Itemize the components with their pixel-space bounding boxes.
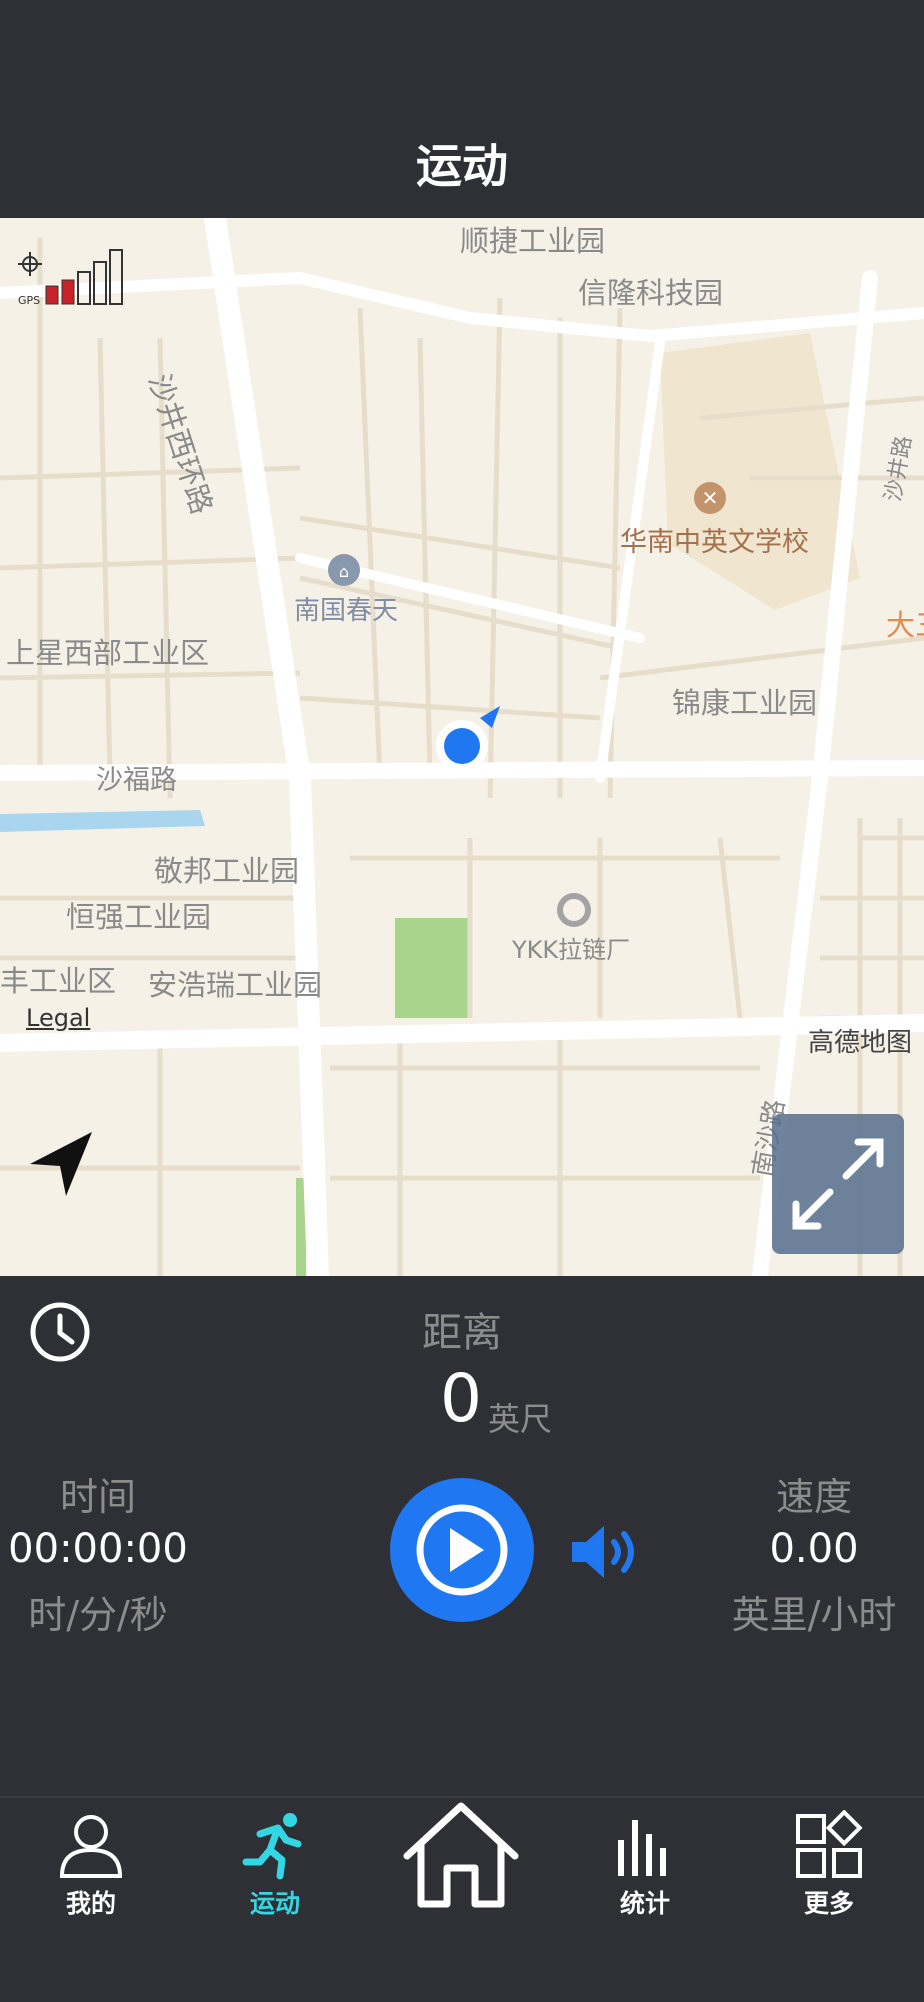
tab-me-label: 我的: [65, 1889, 116, 1918]
play-icon: [416, 1504, 508, 1596]
expand-icon: [792, 1138, 884, 1230]
speed-unit: 英里/小时: [731, 1593, 897, 1637]
map-label-jinkang: 锦康工业园: [672, 686, 818, 720]
tab-more[interactable]: 更多: [754, 1810, 904, 1930]
speed-value: 0.00: [769, 1526, 859, 1572]
map-provider-logo: 高德地图: [807, 1028, 912, 1058]
map-label-ykk: YKK拉链厂: [512, 936, 631, 964]
tab-me[interactable]: 我的: [16, 1810, 166, 1930]
person-icon: [59, 1815, 123, 1878]
start-workout-button[interactable]: [390, 1478, 534, 1622]
map-label-xinlong: 信隆科技园: [578, 276, 724, 310]
map-label-shangxing: 上星西部工业区: [6, 636, 210, 670]
home-icon: [403, 1802, 519, 1908]
time-value: 00:00:00: [8, 1526, 188, 1572]
running-icon: [242, 1813, 302, 1880]
map-label-shafu-road: 沙福路: [96, 765, 177, 796]
legal-link[interactable]: Legal: [26, 1004, 90, 1032]
locate-arrow-icon[interactable]: [26, 1130, 96, 1200]
tab-statistics-label: 统计: [619, 1889, 670, 1918]
distance-unit: 英尺: [488, 1400, 553, 1438]
expand-map-button[interactable]: [772, 1114, 904, 1254]
tab-home[interactable]: [386, 1800, 536, 1920]
page-title: 运动: [416, 139, 508, 193]
time-unit: 时/分/秒: [28, 1593, 168, 1637]
svg-text:⌂: ⌂: [339, 562, 349, 581]
bar-chart-icon: [618, 1820, 666, 1876]
tab-more-label: 更多: [803, 1889, 854, 1918]
map-label-dasan: 大三: [886, 608, 924, 642]
grid-icon: [796, 1810, 863, 1878]
tab-sport-label: 运动: [249, 1889, 300, 1918]
speed-label: 速度: [775, 1475, 852, 1519]
map-label-shunjie: 顺捷工业园: [460, 224, 606, 258]
tab-statistics[interactable]: 统计: [570, 1810, 720, 1930]
time-label: 时间: [59, 1475, 136, 1519]
distance-value: 0: [440, 1360, 482, 1437]
map-label-jingbang: 敬邦工业园: [154, 854, 300, 888]
tab-sport[interactable]: 运动: [200, 1810, 350, 1930]
svg-text:✕: ✕: [702, 486, 719, 510]
map-label-nanguo: 南国春天: [294, 596, 399, 626]
map-label-huanan-school: 华南中英文学校: [620, 527, 809, 558]
voice-speaker-icon[interactable]: [568, 1522, 638, 1582]
gps-signal-icon: GPS: [18, 249, 123, 306]
header: 运动: [0, 0, 924, 218]
map-label-hengqiang: 恒强工业园: [66, 900, 212, 934]
map-label-anhaorui: 安浩瑞工业园: [148, 968, 323, 1002]
gps-text: GPS: [18, 294, 40, 306]
map-label-feng: 丰工业区: [0, 964, 117, 998]
distance-label: 距离: [422, 1310, 502, 1356]
